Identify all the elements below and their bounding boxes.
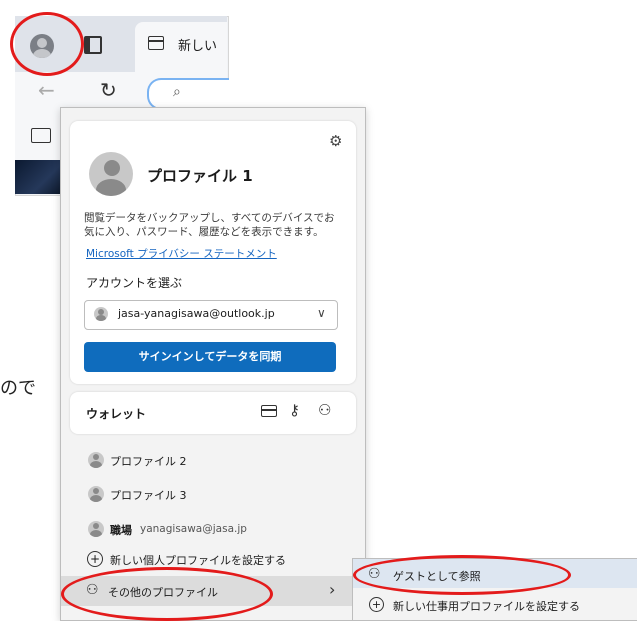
wallet-label: ウォレット — [86, 407, 147, 421]
card-icon[interactable] — [261, 405, 277, 417]
avatar — [88, 486, 104, 502]
plus-circle-icon: + — [87, 551, 103, 567]
key-icon[interactable]: ⚷ — [289, 401, 300, 419]
tab-actions-icon[interactable] — [84, 36, 102, 54]
profile-item-name[interactable]: プロファイル 3 — [110, 487, 187, 503]
person-lock-icon[interactable]: ⚇ — [318, 401, 331, 419]
profile-item-name[interactable]: プロファイル 2 — [110, 453, 187, 469]
signin-sync-button[interactable]: サインインしてデータを同期 — [84, 342, 336, 372]
background-text: ので — [0, 378, 36, 399]
address-bar[interactable]: ⌕ — [147, 78, 229, 110]
highlight-ring-guest — [353, 555, 571, 595]
wallpaper-thumbnail — [15, 160, 65, 194]
account-email: jasa-yanagisawa@outlook.jp — [118, 307, 275, 320]
refresh-icon[interactable]: ↻ — [100, 80, 117, 100]
sync-description: 閲覧データをバックアップし、すべてのデバイスでお気に入り、パスワード、履歴などを… — [84, 212, 335, 238]
folder-sync-icon[interactable] — [31, 128, 51, 143]
back-arrow-icon[interactable]: ← — [38, 80, 55, 100]
highlight-ring-other-profiles — [61, 567, 273, 621]
add-work-profile[interactable]: 新しい仕事用プロファイルを設定する — [393, 598, 580, 614]
plus-circle-icon: + — [369, 597, 384, 612]
avatar — [88, 521, 104, 537]
chevron-right-icon: › — [329, 580, 336, 599]
gear-icon[interactable]: ⚙ — [329, 132, 342, 150]
avatar — [88, 452, 104, 468]
search-icon: ⌕ — [173, 84, 181, 100]
highlight-ring-profile — [10, 12, 84, 76]
profile-item-name[interactable]: 職場 — [110, 522, 132, 538]
add-personal-profile[interactable]: 新しい個人プロファイルを設定する — [110, 552, 286, 568]
avatar — [89, 152, 133, 196]
profile-name: プロファイル 1 — [147, 167, 253, 185]
tab-title: 新しい — [178, 39, 218, 54]
profile-item-email: yanagisawa@jasa.jp — [140, 523, 247, 535]
new-tab-page-icon — [148, 36, 164, 50]
choose-account-label: アカウントを選ぶ — [86, 276, 183, 290]
account-avatar — [94, 307, 108, 321]
privacy-link[interactable]: Microsoft プライバシー ステートメント — [86, 246, 277, 261]
chevron-down-icon: ∨ — [317, 306, 326, 320]
